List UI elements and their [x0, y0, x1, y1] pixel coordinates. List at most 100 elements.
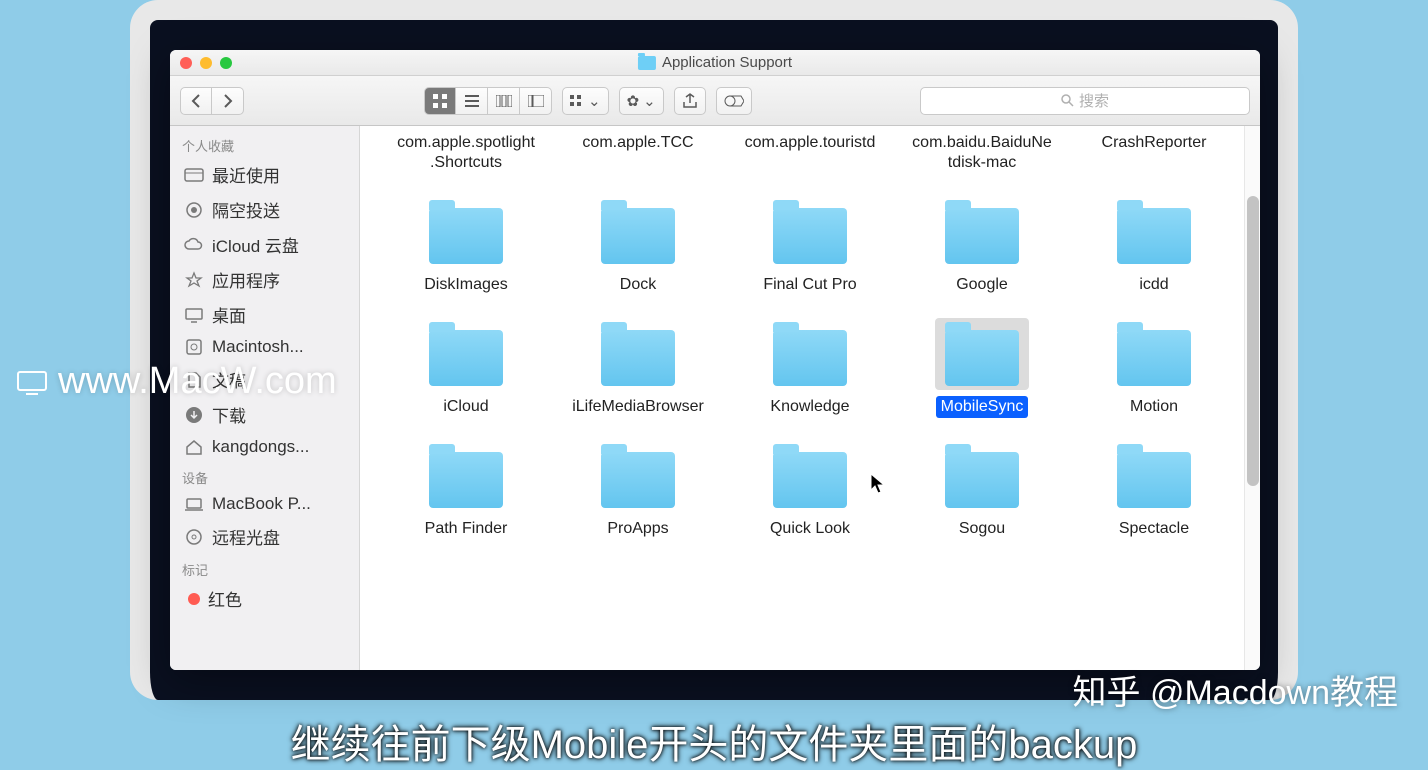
folder-label: CrashReporter [1097, 132, 1212, 154]
close-button[interactable] [180, 57, 192, 69]
window-title: Application Support [662, 54, 792, 71]
folder-icon [601, 452, 675, 508]
caption-text: 继续往前下级Mobile开头的文件夹里面的backup [0, 712, 1428, 770]
folder-label: com.apple.touristd [740, 132, 881, 154]
sidebar-item[interactable]: 桌面 [170, 297, 359, 332]
folder-item[interactable]: icdd [1068, 190, 1240, 302]
folder-item[interactable]: iCloud [380, 312, 552, 424]
gallery-view-button[interactable] [520, 87, 552, 115]
folder-label: Google [951, 274, 1013, 296]
folder-icon [1117, 330, 1191, 386]
arrange-button[interactable]: ⌄ [562, 87, 609, 115]
sidebar-item-label: 远程光盘 [212, 524, 280, 549]
sidebar-item-label: 桌面 [212, 302, 246, 327]
folder-icon [601, 208, 675, 264]
folder-item[interactable]: iLifeMediaBrowser [552, 312, 724, 424]
folder-label: Path Finder [420, 518, 513, 540]
column-view-button[interactable] [488, 87, 520, 115]
list-icon [465, 95, 479, 107]
sidebar-item[interactable]: 最近使用 [170, 157, 359, 192]
sidebar-item[interactable]: kangdongs... [170, 432, 359, 462]
sidebar-item[interactable]: 应用程序 [170, 262, 359, 297]
folder-label: iCloud [438, 396, 493, 418]
arrange-icon [570, 95, 584, 107]
folder-icon [638, 56, 656, 70]
sidebar-item[interactable]: Macintosh... [170, 332, 359, 362]
sidebar-item[interactable]: iCloud 云盘 [170, 227, 359, 262]
toolbar: ⌄ ✿⌄ 搜索 [170, 76, 1260, 126]
tag-icon [724, 95, 744, 107]
folder-item[interactable]: Dock [552, 190, 724, 302]
folder-label: com.apple.TCC [577, 132, 698, 154]
sidebar-item-label: MacBook P... [212, 494, 311, 514]
tags-heading: 标记 [170, 554, 359, 581]
airdrop-icon [184, 201, 204, 219]
maximize-button[interactable] [220, 57, 232, 69]
icon-view-button[interactable] [424, 87, 456, 115]
sidebar-item-label: 红色 [208, 586, 242, 611]
folder-item[interactable]: Knowledge [724, 312, 896, 424]
scrollbar-thumb[interactable] [1247, 196, 1259, 486]
back-button[interactable] [180, 87, 212, 115]
folder-icon [773, 208, 847, 264]
folder-label: Knowledge [765, 396, 854, 418]
sidebar-item-label: 下载 [212, 402, 246, 427]
folder-label: iLifeMediaBrowser [567, 396, 709, 418]
folder-item[interactable]: com.apple.TCC [552, 126, 724, 180]
clock-icon [184, 166, 204, 184]
devices-heading: 设备 [170, 462, 359, 489]
home-icon [184, 438, 204, 456]
downloads-icon [184, 406, 204, 424]
folder-label: ProApps [602, 518, 673, 540]
folder-icon [429, 330, 503, 386]
sidebar-item-label: 隔空投送 [212, 197, 280, 222]
forward-button[interactable] [212, 87, 244, 115]
folder-icon [1117, 452, 1191, 508]
folder-label: Sogou [954, 518, 1010, 540]
title-bar: Application Support [170, 50, 1260, 76]
share-icon [683, 93, 697, 109]
share-button[interactable] [674, 87, 706, 115]
laptop-icon [184, 495, 204, 513]
cloud-icon [184, 236, 204, 254]
folder-icon [945, 208, 1019, 264]
folder-item[interactable]: com.baidu.BaiduNetdisk-mac [896, 126, 1068, 180]
folder-item[interactable]: Motion [1068, 312, 1240, 424]
tag-dot-icon [188, 593, 200, 605]
folder-item[interactable]: com.apple.spotlight.Shortcuts [380, 126, 552, 180]
search-input[interactable]: 搜索 [920, 87, 1250, 115]
action-button[interactable]: ✿⌄ [619, 87, 664, 115]
chevron-left-icon [191, 94, 201, 108]
sidebar-item[interactable]: 远程光盘 [170, 519, 359, 554]
sidebar-item-label: 应用程序 [212, 267, 280, 292]
gear-icon: ✿ [627, 92, 640, 110]
scrollbar[interactable] [1244, 126, 1260, 670]
tags-button[interactable] [716, 87, 752, 115]
folder-item[interactable]: DiskImages [380, 190, 552, 302]
minimize-button[interactable] [200, 57, 212, 69]
sidebar-item[interactable]: MacBook P... [170, 489, 359, 519]
sidebar-item-label: iCloud 云盘 [212, 232, 299, 257]
folder-item[interactable]: com.apple.touristd [724, 126, 896, 180]
content-area: com.apple.spotlight.Shortcuts com.apple.T… [360, 126, 1260, 670]
folder-item[interactable]: CrashReporter [1068, 126, 1240, 180]
disc-icon [184, 528, 204, 546]
folder-item[interactable]: Final Cut Pro [724, 190, 896, 302]
sidebar-item-label: 最近使用 [212, 162, 280, 187]
folder-label: Final Cut Pro [758, 274, 861, 296]
folder-item[interactable]: Google [896, 190, 1068, 302]
folder-item[interactable]: ProApps [552, 434, 724, 546]
folder-label: MobileSync [936, 396, 1029, 418]
folder-item[interactable]: MobileSync [896, 312, 1068, 424]
folder-label: Motion [1125, 396, 1183, 418]
sidebar-tag-item[interactable]: 红色 [170, 581, 359, 616]
folder-item[interactable]: Path Finder [380, 434, 552, 546]
list-view-button[interactable] [456, 87, 488, 115]
folder-icon [773, 452, 847, 508]
sidebar-item-label: kangdongs... [212, 437, 309, 457]
sidebar-item[interactable]: 隔空投送 [170, 192, 359, 227]
folder-item[interactable]: Quick Look [724, 434, 896, 546]
folder-icon [429, 452, 503, 508]
folder-item[interactable]: Sogou [896, 434, 1068, 546]
folder-item[interactable]: Spectacle [1068, 434, 1240, 546]
